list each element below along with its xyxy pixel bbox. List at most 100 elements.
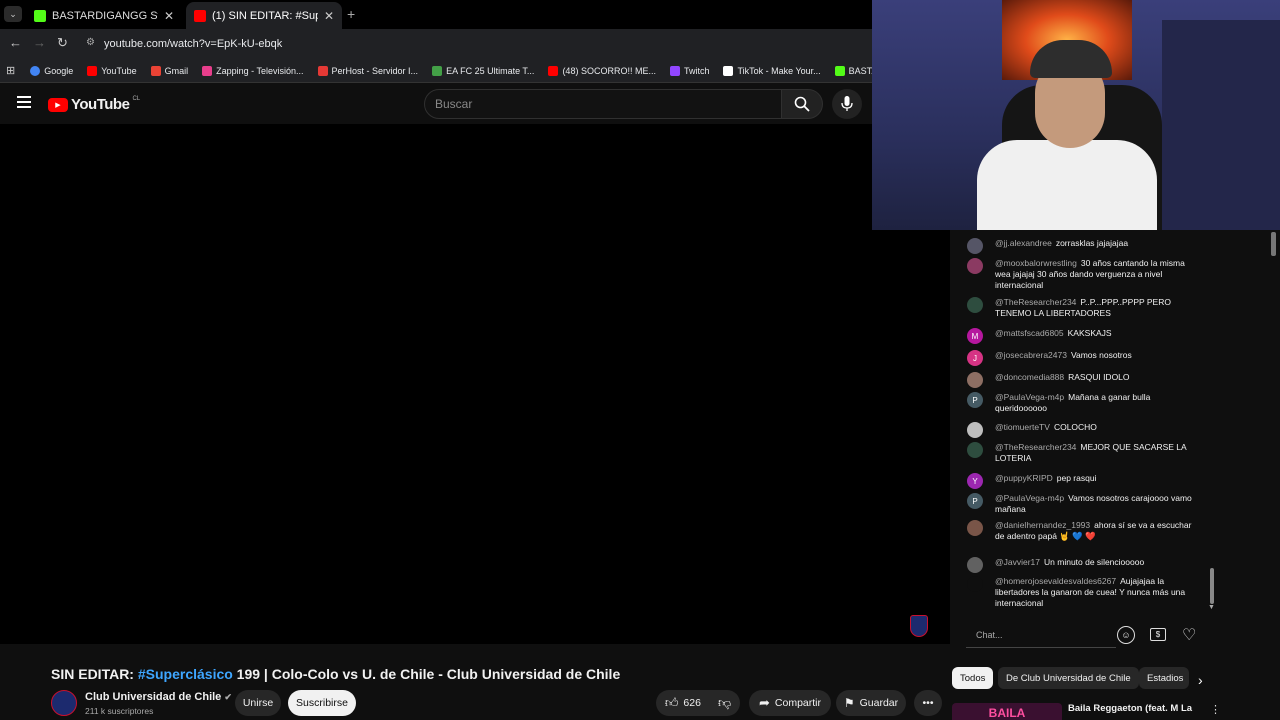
bookmark-item[interactable]: (48) SOCORRO!! ME...: [541, 65, 663, 76]
chat-avatar[interactable]: [967, 258, 983, 274]
video-player[interactable]: [0, 124, 950, 644]
chat-avatar[interactable]: P: [967, 392, 983, 408]
chat-message: @mooxbalorwrestling 30 años cantando la m…: [967, 258, 1197, 291]
chat-avatar[interactable]: M: [967, 328, 983, 344]
chat-author[interactable]: @PaulaVega-m4p: [995, 392, 1064, 402]
back-arrow-icon[interactable]: ←: [9, 35, 22, 50]
save-button[interactable]: ⚑ Guardar: [836, 690, 906, 716]
search-button[interactable]: [781, 89, 823, 119]
chat-avatar[interactable]: [967, 442, 983, 458]
chat-author[interactable]: @puppyKRIPD: [995, 473, 1053, 483]
chip-channel[interactable]: De Club Universidad de Chile: [998, 667, 1139, 689]
chat-author[interactable]: @tiomuerteTV: [995, 422, 1050, 432]
share-button[interactable]: ➦ Compartir: [749, 690, 831, 716]
chip-all[interactable]: Todos: [952, 667, 994, 689]
twitch-favicon-icon: [669, 65, 680, 76]
bookmark-item[interactable]: PerHost - Servidor I...: [311, 65, 426, 76]
recommendation-title[interactable]: Baila Reggaeton (feat. M La: [1068, 703, 1198, 714]
bookmark-item[interactable]: YouTube: [80, 65, 143, 76]
chat-text: RASQUI IDOLO: [1068, 372, 1130, 382]
chat-message: @homerojosevaldesvaldes6267 Aujajajaa la …: [967, 576, 1197, 609]
youtube-logo[interactable]: ▶ YouTube CL: [48, 96, 140, 113]
tab-bastardigangg[interactable]: BASTARDIGANGG Stream - Wat ✕: [26, 2, 182, 29]
bookmark-item[interactable]: EA FC 25 Ultimate T...: [425, 65, 541, 76]
page-scrollbar[interactable]: [1271, 232, 1276, 256]
scroll-down-icon[interactable]: ▼: [1208, 604, 1215, 611]
chat-author[interactable]: @PaulaVega-m4p: [995, 493, 1064, 503]
forward-arrow-icon[interactable]: →: [33, 35, 46, 50]
bookmark-item[interactable]: Google: [23, 65, 80, 76]
chat-avatar[interactable]: [967, 520, 983, 536]
more-dots-icon: •••: [922, 697, 934, 709]
menu-hamburger-icon[interactable]: [17, 96, 31, 108]
subscribe-button[interactable]: Suscribirse: [288, 690, 356, 716]
chip-stadiums[interactable]: Estadios: [1139, 667, 1189, 689]
chat-author[interactable]: @mooxbalorwrestling: [995, 258, 1077, 268]
bookmark-item[interactable]: Zapping - Televisión...: [195, 65, 310, 76]
close-tab-icon[interactable]: ✕: [324, 9, 334, 23]
chat-avatar[interactable]: [967, 557, 983, 573]
chat-input[interactable]: Chat...: [966, 622, 1116, 648]
chat-text: KAKSKAJS: [1067, 328, 1112, 338]
super-chat-icon[interactable]: $: [1150, 628, 1166, 641]
chat-author[interactable]: @TheResearcher234: [995, 297, 1076, 307]
chat-author[interactable]: @jj.alexandree: [995, 238, 1052, 248]
ea-favicon-icon: [432, 65, 443, 76]
recommendation-thumbnail[interactable]: BAILA: [952, 703, 1062, 720]
reload-icon[interactable]: ↻: [57, 35, 68, 51]
chat-avatar[interactable]: Y: [967, 473, 983, 489]
chat-avatar[interactable]: [967, 422, 983, 438]
tab-youtube-video[interactable]: (1) SIN EDITAR: #Superclásico 1 ✕: [186, 2, 342, 29]
chat-author[interactable]: @homerojosevaldesvaldes6267: [995, 576, 1116, 586]
microphone-icon: [841, 96, 853, 111]
close-tab-icon[interactable]: ✕: [164, 9, 174, 23]
thumbs-down-icon[interactable]: 👎︎: [718, 695, 731, 711]
live-chat-panel: @jj.alexandree zorrasklas jajajajaa @mooxb…: [953, 230, 1219, 616]
bookmark-item[interactable]: Twitch: [663, 65, 717, 76]
site-info-icon[interactable]: ⚙: [86, 37, 95, 48]
tiktok-favicon-icon: [723, 65, 734, 76]
chat-avatar[interactable]: [967, 576, 983, 592]
chat-avatar[interactable]: [967, 372, 983, 388]
chat-message: @doncomedia888 RASQUI IDOLO: [967, 372, 1197, 388]
bookmark-item[interactable]: TikTok - Make Your...: [716, 65, 827, 76]
region-code: CL: [132, 96, 141, 102]
chip-label: De Club Universidad de Chile: [1006, 672, 1131, 684]
chat-text: pep rasqui: [1056, 473, 1097, 483]
emoji-icon[interactable]: ☺: [1117, 626, 1135, 644]
address-bar[interactable]: ⚙ youtube.com/watch?v=EpK-kU-ebqk: [80, 33, 870, 55]
chat-author[interactable]: @Javvier17: [995, 557, 1040, 567]
channel-name-row[interactable]: Club Universidad de Chile ✔: [85, 691, 232, 703]
chat-avatar[interactable]: J: [967, 350, 983, 366]
channel-watermark-icon[interactable]: [910, 615, 928, 637]
chat-scrollbar[interactable]: [1210, 568, 1214, 604]
channel-name[interactable]: Club Universidad de Chile: [85, 691, 221, 703]
join-button[interactable]: Unirse: [235, 690, 281, 716]
bookmark-icon: ⚑: [843, 696, 855, 710]
chat-author[interactable]: @josecabrera2473: [995, 350, 1067, 360]
more-actions-button[interactable]: •••: [914, 690, 942, 716]
chat-author[interactable]: @mattsfscad6805: [995, 328, 1064, 338]
chat-author[interactable]: @danielhernandez_1993: [995, 520, 1090, 530]
chat-avatar[interactable]: [967, 297, 983, 313]
thumbs-up-icon[interactable]: 👍︎: [665, 695, 679, 711]
chat-avatar[interactable]: [967, 238, 983, 254]
tab-search-button[interactable]: ⌄: [4, 6, 22, 22]
address-url: youtube.com/watch?v=EpK-kU-ebqk: [104, 38, 283, 50]
new-tab-plus-icon[interactable]: +: [347, 6, 355, 22]
channel-avatar[interactable]: [51, 690, 77, 716]
heart-icon[interactable]: ♡: [1182, 625, 1196, 645]
chips-next-chevron-icon[interactable]: ›: [1198, 672, 1203, 688]
bookmark-label: Twitch: [683, 65, 710, 76]
chat-author[interactable]: @TheResearcher234: [995, 442, 1076, 452]
voice-search-button[interactable]: [832, 89, 862, 119]
chat-avatar[interactable]: P: [967, 493, 983, 509]
apps-grid-icon[interactable]: ⊞: [6, 64, 15, 77]
bookmark-item[interactable]: Gmail: [144, 65, 196, 76]
title-hashtag-link[interactable]: #Superclásico: [138, 666, 233, 682]
search-input[interactable]: Buscar: [424, 89, 782, 119]
chat-author[interactable]: @doncomedia888: [995, 372, 1064, 382]
like-count[interactable]: 626: [683, 697, 701, 709]
chat-message: P @PaulaVega-m4p Vamos nosotros carajoooo …: [967, 493, 1197, 515]
recommendation-menu-icon[interactable]: ⋮: [1210, 703, 1221, 716]
